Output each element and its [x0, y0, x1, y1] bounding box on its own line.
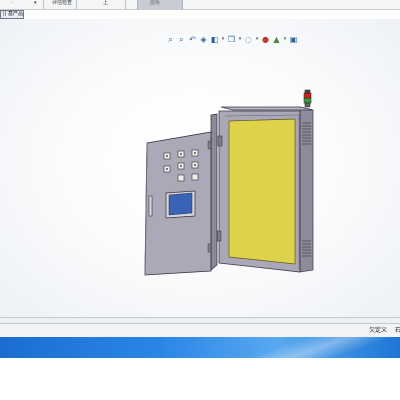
- hmi-screen: [168, 192, 193, 216]
- toolbar-fragment-4[interactable]: 上: [103, 0, 108, 7]
- door-hinge: [207, 140, 212, 150]
- toolbar-fragment-5[interactable]: 面板: [150, 0, 160, 7]
- windows-taskbar: [0, 337, 400, 358]
- hinge: [216, 230, 222, 242]
- cabinet-top: [220, 106, 314, 111]
- mounting-plate: [228, 118, 296, 265]
- toolbar-separator: [76, 0, 77, 10]
- door-handle: [148, 195, 153, 217]
- toolbar-separator: [125, 0, 126, 10]
- signal-lamp: [303, 89, 312, 108]
- cabinet-model[interactable]: [0, 19, 400, 317]
- status-under-defined: 欠定义: [369, 327, 388, 334]
- status-bar: 欠定义 石: [0, 323, 400, 337]
- blank-area: [0, 358, 400, 400]
- door-hinge: [207, 243, 212, 253]
- evaluate-tab[interactable]: 评估检查: [52, 0, 72, 7]
- toolbar-fragment-2[interactable]: ▾: [34, 0, 37, 7]
- command-manager: · ▾ 评估检查 上 面板: [0, 0, 400, 10]
- hinge: [217, 135, 223, 147]
- graphics-area[interactable]: ⌕ ⌕ ↶ ◈ ◧ ▾ ❒ ▾ ◌ ▾ ● ▲ ▾ ▣: [0, 19, 400, 317]
- status-fragment: 石: [395, 327, 400, 334]
- feature-manager-tab[interactable]: || 基产品: [0, 10, 24, 19]
- toolbar-separator: [43, 0, 44, 10]
- door-edge: [210, 113, 218, 271]
- toolbar-fragment-1[interactable]: ·: [12, 0, 14, 7]
- taskbar-decoration: [240, 337, 400, 358]
- solidworks-window: · ▾ 评估检查 上 面板 || 基产品 ⌕ ⌕ ↶ ◈ ◧ ▾ ❒ ▾ ◌ ▾…: [0, 0, 400, 400]
